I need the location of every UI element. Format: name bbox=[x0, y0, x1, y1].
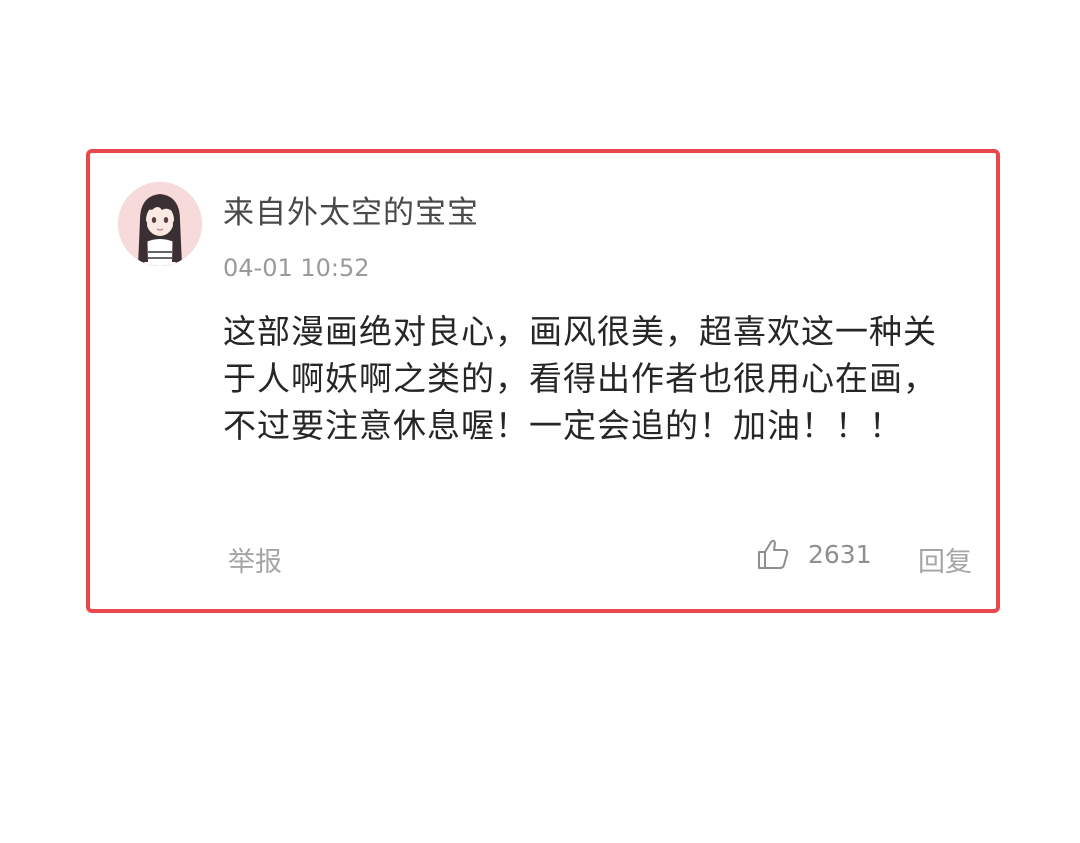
thumbs-up-icon bbox=[758, 539, 789, 569]
report-button[interactable]: 举报 bbox=[228, 540, 282, 579]
anime-girl-avatar-icon bbox=[118, 182, 202, 266]
reply-button[interactable]: 回复 bbox=[918, 540, 972, 579]
like-count: 2631 bbox=[808, 539, 872, 569]
comment-text: 这部漫画绝对良心，画风很美，超喜欢这一种关于人啊妖啊之类的，看得出作者也很用心在… bbox=[223, 312, 937, 445]
comment-card: 来自外太空的宝宝 04-01 10:52 这部漫画绝对良心，画风很美，超喜欢这一… bbox=[86, 149, 1000, 613]
timestamp: 04-01 10:52 bbox=[223, 254, 370, 282]
avatar[interactable] bbox=[118, 182, 202, 266]
like-button[interactable]: 2631 bbox=[756, 534, 872, 574]
username[interactable]: 来自外太空的宝宝 bbox=[223, 187, 479, 232]
